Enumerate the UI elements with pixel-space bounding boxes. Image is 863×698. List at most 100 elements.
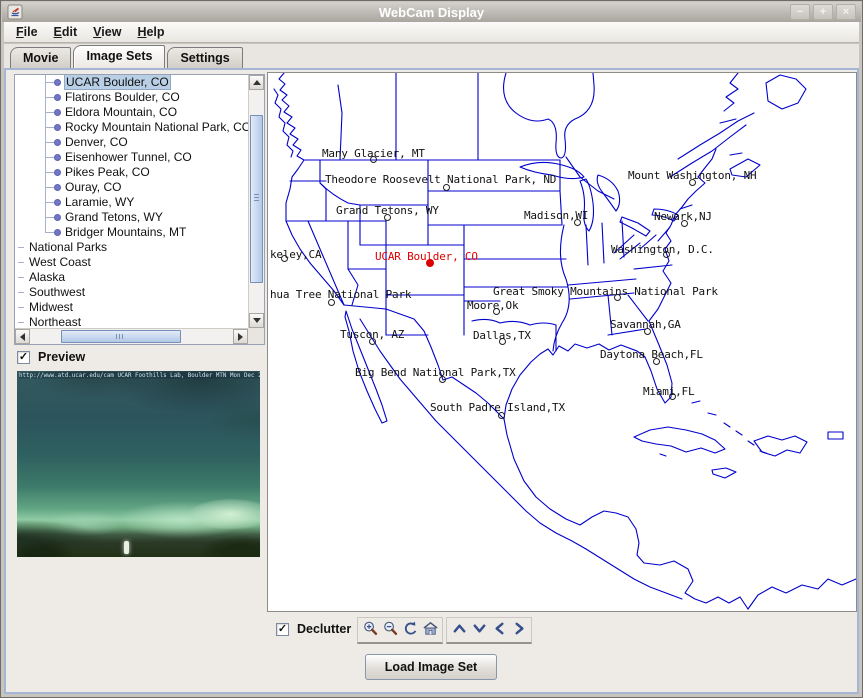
webcam-display-window: WebCam Display −+× FileEditViewHelp Movi… — [0, 0, 863, 698]
pan-down-button[interactable] — [470, 620, 488, 641]
tree-item-label: Eldora Mountain, CO — [65, 105, 177, 119]
webcam-preview-image: http://www.atd.ucar.edu/cam UCAR Foothil… — [17, 371, 260, 557]
pan-left-button[interactable] — [490, 620, 508, 641]
tree-item-ucar-boulder-co[interactable]: UCAR Boulder, CO — [15, 75, 248, 90]
tree-item-ouray-co[interactable]: Ouray, CO — [15, 180, 248, 195]
scroll-right-button[interactable] — [233, 329, 248, 344]
pan-toolbar — [446, 617, 532, 644]
maximize-button[interactable]: + — [813, 4, 833, 20]
preview-label: Preview — [38, 350, 85, 364]
window-title: WebCam Display — [2, 5, 861, 20]
map-station-marker — [681, 220, 688, 227]
tree-item-southwest[interactable]: Southwest — [15, 285, 248, 300]
title-bar[interactable]: WebCam Display −+× — [2, 2, 861, 22]
map-station-dot — [426, 259, 434, 267]
close-button[interactable]: × — [836, 4, 856, 20]
tree-item-label: Grand Tetons, WY — [65, 210, 163, 224]
tree-bullet-icon — [54, 184, 61, 191]
tree-item-eldora-mountain-co[interactable]: Eldora Mountain, CO — [15, 105, 248, 120]
map-station-marker — [384, 214, 391, 221]
tree-item-bridger-mountains-mt[interactable]: Bridger Mountains, MT — [15, 225, 248, 240]
tree-item-midwest[interactable]: Midwest — [15, 300, 248, 315]
triangle-left-icon — [20, 333, 25, 341]
map-station-marker — [493, 308, 500, 315]
tree-item-label: Northeast — [29, 315, 81, 328]
tree-item-west-coast[interactable]: West Coast — [15, 255, 248, 270]
minimize-button[interactable]: − — [790, 4, 810, 20]
tree-item-rocky-mountain-national-park-co[interactable]: Rocky Mountain National Park, CO — [15, 120, 248, 135]
tree-item-pikes-peak-co[interactable]: Pikes Peak, CO — [15, 165, 248, 180]
menu-view[interactable]: View — [85, 23, 129, 41]
map-station-marker — [653, 358, 660, 365]
zoom-in-button[interactable] — [361, 620, 379, 641]
tree-item-denver-co[interactable]: Denver, CO — [15, 135, 248, 150]
tree-item-label: Laramie, WY — [65, 195, 134, 209]
horizontal-scroll-thumb[interactable] — [61, 330, 181, 343]
tree-vertical-scrollbar[interactable] — [248, 75, 264, 328]
tree-bullet-icon — [54, 229, 61, 236]
window-controls: −+× — [790, 4, 856, 20]
menu-help[interactable]: Help — [129, 23, 172, 41]
tree-item-label: Flatirons Boulder, CO — [65, 90, 180, 104]
pan-right-button[interactable] — [510, 620, 528, 641]
tree-item-flatirons-boulder-co[interactable]: Flatirons Boulder, CO — [15, 90, 248, 105]
tree-bullet-icon — [54, 199, 61, 206]
tree-item-national-parks[interactable]: National Parks — [15, 240, 248, 255]
map-station-marker — [281, 255, 288, 262]
tree-item-laramie-wy[interactable]: Laramie, WY — [15, 195, 248, 210]
pan-up-button[interactable] — [450, 620, 468, 641]
menu-edit[interactable]: Edit — [46, 23, 86, 41]
home-button[interactable] — [421, 620, 439, 641]
tree-bullet-icon — [54, 79, 61, 86]
tab-image-sets[interactable]: Image Sets — [73, 45, 165, 68]
tree-bullet-icon — [54, 124, 61, 131]
tab-settings[interactable]: Settings — [167, 47, 242, 68]
tab-movie[interactable]: Movie — [10, 47, 71, 68]
tree-item-label: Eisenhower Tunnel, CO — [65, 150, 192, 164]
map-station-marker — [498, 412, 505, 419]
scroll-down-button[interactable] — [249, 313, 264, 328]
triangle-up-icon — [253, 80, 261, 85]
tree-item-label: National Parks — [29, 240, 107, 254]
map-station-marker — [644, 328, 651, 335]
map-station-marker — [370, 156, 377, 163]
tree-bullet-icon — [54, 109, 61, 116]
tree-bullet-icon — [54, 169, 61, 176]
vertical-scroll-thumb[interactable] — [250, 115, 263, 283]
menu-bar: FileEditViewHelp — [4, 22, 859, 43]
pan-left-icon — [491, 620, 508, 640]
map-label: hua Tree National Park — [270, 288, 411, 301]
tree-item-eisenhower-tunnel-co[interactable]: Eisenhower Tunnel, CO — [15, 150, 248, 165]
preview-checkbox[interactable]: ✓ — [17, 351, 30, 364]
tree-item-northeast[interactable]: Northeast — [15, 315, 248, 328]
tree-item-grand-tetons-wy[interactable]: Grand Tetons, WY — [15, 210, 248, 225]
map-label: Great Smoky Mountains National Park — [493, 285, 718, 298]
tree-horizontal-scrollbar[interactable] — [15, 328, 248, 344]
map-station-marker — [663, 251, 670, 258]
map-station-marker — [614, 294, 621, 301]
map-station-marker — [689, 179, 696, 186]
pan-up-icon — [451, 620, 468, 640]
rotate-reset-icon — [402, 620, 419, 640]
home-icon — [422, 620, 439, 640]
tree-item-label: Bridger Mountains, MT — [65, 225, 186, 239]
image-sets-panel: UCAR Boulder, COFlatirons Boulder, COEld… — [4, 68, 859, 694]
zoom-out-button[interactable] — [381, 620, 399, 641]
scroll-left-button[interactable] — [15, 329, 30, 344]
declutter-checkbox[interactable]: ✓ — [276, 623, 289, 636]
map-station-marker — [669, 393, 676, 400]
webcam-pole-object — [124, 541, 129, 554]
tree-item-label: Southwest — [29, 285, 85, 299]
load-image-set-button[interactable]: Load Image Set — [365, 654, 497, 680]
tree-item-label: Rocky Mountain National Park, CO — [65, 120, 248, 134]
image-set-tree[interactable]: UCAR Boulder, COFlatirons Boulder, COEld… — [15, 75, 248, 328]
tree-item-alaska[interactable]: Alaska — [15, 270, 248, 285]
map-panel[interactable]: Many Glacier, MTTheodore Roosevelt Natio… — [267, 72, 857, 612]
scroll-up-button[interactable] — [249, 75, 264, 90]
rotate-reset-button[interactable] — [401, 620, 419, 641]
map-station-marker — [439, 376, 446, 383]
menu-file[interactable]: File — [8, 23, 46, 41]
tree-item-label: West Coast — [29, 255, 91, 269]
map-station-marker — [574, 219, 581, 226]
map-station-marker — [328, 299, 335, 306]
